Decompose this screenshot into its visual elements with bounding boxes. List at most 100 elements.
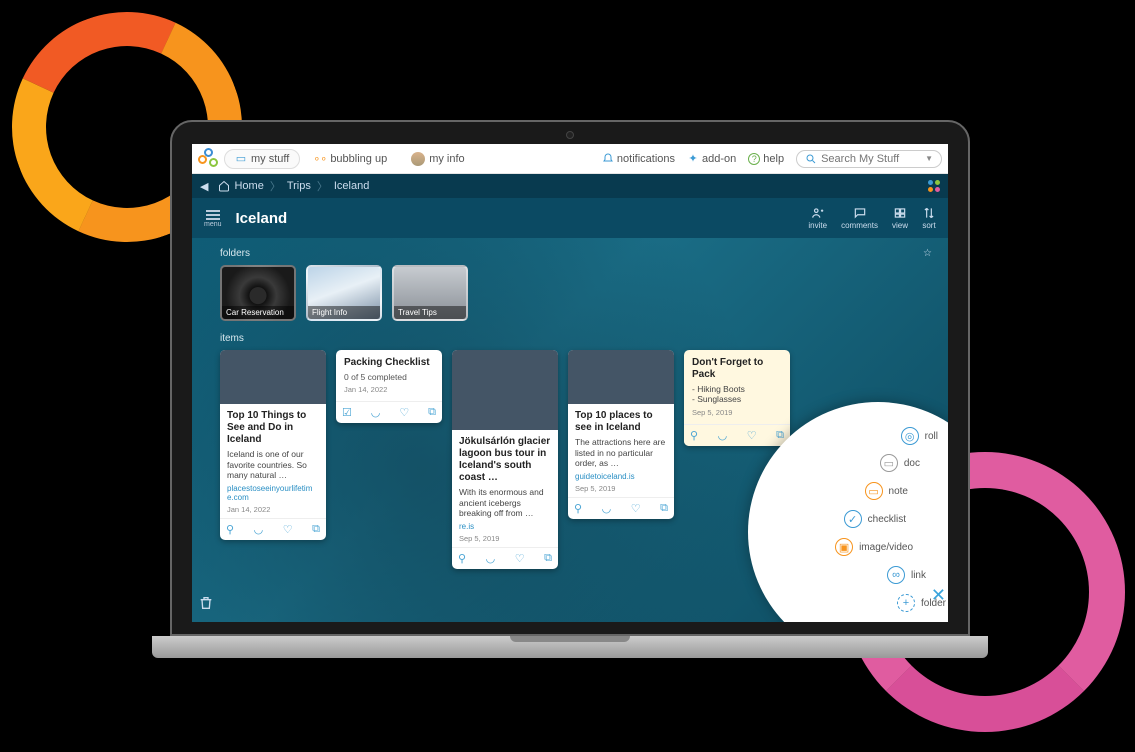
dropdown-caret-icon[interactable]: ▼ [925, 154, 933, 163]
check-icon[interactable]: ☑ [342, 406, 352, 419]
card-date: Sep 5, 2019 [692, 408, 782, 417]
crumb-home[interactable]: Home [234, 180, 263, 192]
like-icon[interactable]: ♡ [515, 552, 525, 565]
comments-icon [853, 206, 867, 220]
items-label: items [220, 333, 932, 344]
attach-icon[interactable]: ⚲ [574, 502, 582, 515]
card-desc: Iceland is one of our favorite countries… [227, 449, 319, 481]
like-icon[interactable]: ♡ [747, 429, 757, 442]
like-icon[interactable]: ♡ [631, 502, 641, 515]
add-link[interactable]: ∞ link [887, 566, 926, 584]
title-bar: menu Iceland invite comments view [192, 198, 948, 238]
attach-icon[interactable]: ⚲ [226, 523, 234, 536]
back-button[interactable]: ◀ [200, 180, 208, 193]
card-title: Packing Checklist [344, 357, 434, 369]
add-roll[interactable]: ◎ roll [901, 427, 938, 445]
folder-car-reservation[interactable]: Car Reservation [220, 265, 296, 321]
nav-tabs: ▭ my stuff ∘∘ bubbling up my info [224, 149, 475, 169]
home-icon [218, 180, 230, 192]
note-list: Hiking Boots Sunglasses [692, 384, 782, 404]
comment-icon[interactable]: ◡ [254, 523, 264, 536]
star-icon[interactable]: ☆ [923, 248, 932, 259]
copy-icon[interactable]: ⧉ [312, 523, 320, 536]
copy-icon[interactable]: ⧉ [776, 429, 784, 442]
add-imagevideo-label: image/video [859, 542, 913, 553]
invite-icon [811, 206, 825, 220]
app-logo[interactable] [198, 148, 220, 170]
action-view[interactable]: view [892, 206, 908, 230]
copy-icon[interactable]: ⧉ [544, 552, 552, 565]
card-title: Top 10 Things to See and Do in Iceland [227, 410, 319, 446]
action-sort[interactable]: sort [922, 206, 936, 230]
app-switcher-icon[interactable] [928, 180, 940, 192]
copy-icon[interactable]: ⧉ [660, 502, 668, 515]
attach-icon[interactable]: ⚲ [458, 552, 466, 565]
checklist-icon: ✓ [844, 510, 862, 528]
search-input[interactable] [821, 153, 921, 165]
sort-icon [922, 206, 936, 220]
card-link[interactable]: re.is [459, 522, 551, 531]
card-footer: ☑ ◡ ♡ ⧉ [336, 401, 442, 423]
bell-icon [602, 153, 614, 165]
card-glacier-tour[interactable]: Jökulsárlón glacier lagoon bus tour in I… [452, 350, 558, 569]
addon-label: add-on [702, 153, 736, 165]
comment-icon[interactable]: ◡ [718, 429, 728, 442]
tab-mystuff-label: my stuff [251, 153, 289, 165]
note-item: Sunglasses [692, 394, 782, 404]
tab-myinfo[interactable]: my info [401, 149, 474, 169]
main-content: folders ☆ Car Reservation Flight Info Tr… [192, 238, 948, 622]
copy-icon[interactable]: ⧉ [428, 406, 436, 419]
search-box[interactable]: ▼ [796, 150, 942, 168]
card-top10-places[interactable]: Top 10 places to see in Iceland The attr… [568, 350, 674, 519]
card-link[interactable]: placestoseeinyourlifetime.com [227, 484, 319, 502]
card-top10-things[interactable]: Top 10 Things to See and Do in Iceland I… [220, 350, 326, 540]
tab-mystuff[interactable]: ▭ my stuff [224, 149, 300, 169]
card-link[interactable]: guidetoiceland.is [575, 472, 667, 481]
card-title: Top 10 places to see in Iceland [575, 410, 667, 434]
help-label: help [763, 153, 784, 165]
action-sort-label: sort [922, 221, 935, 230]
help-icon: ? [748, 153, 760, 165]
card-packing-checklist[interactable]: Packing Checklist 0 of 5 completed Jan 1… [336, 350, 442, 423]
nav-notifications[interactable]: notifications [602, 153, 675, 165]
menu-button[interactable]: menu [204, 209, 222, 228]
add-checklist-label: checklist [868, 514, 906, 525]
add-doc[interactable]: ▭ doc [880, 454, 920, 472]
attach-icon[interactable]: ⚲ [690, 429, 698, 442]
radial-close-button[interactable]: ✕ [931, 585, 946, 606]
crumb-trips[interactable]: Trips [287, 180, 311, 192]
tab-bubbling[interactable]: ∘∘ bubbling up [304, 150, 397, 168]
search-icon [805, 153, 817, 165]
comment-icon[interactable]: ◡ [602, 502, 612, 515]
like-icon[interactable]: ♡ [283, 523, 293, 536]
card-dont-forget[interactable]: Don't Forget to Pack Hiking Boots Sungla… [684, 350, 790, 446]
card-image [568, 350, 674, 404]
action-invite[interactable]: invite [808, 206, 827, 230]
comment-icon[interactable]: ◡ [486, 552, 496, 565]
roll-icon: ◎ [901, 427, 919, 445]
trash-button[interactable] [198, 595, 214, 616]
action-invite-label: invite [808, 221, 827, 230]
folders-label: folders ☆ [220, 248, 932, 259]
comment-icon[interactable]: ◡ [371, 406, 381, 419]
add-note[interactable]: ▭ note [865, 482, 908, 500]
menu-label: menu [204, 221, 222, 228]
add-checklist[interactable]: ✓ checklist [844, 510, 906, 528]
view-icon [893, 206, 907, 220]
add-doc-label: doc [904, 458, 920, 469]
action-view-label: view [892, 221, 908, 230]
action-comments-label: comments [841, 221, 878, 230]
nav-addon[interactable]: ✦ add-on [687, 153, 736, 165]
like-icon[interactable]: ♡ [399, 406, 409, 419]
card-date: Sep 5, 2019 [575, 484, 667, 493]
folder-travel-tips[interactable]: Travel Tips [392, 265, 468, 321]
app-screen: ▭ my stuff ∘∘ bubbling up my info [192, 144, 948, 622]
add-imagevideo[interactable]: ▣ image/video [835, 538, 913, 556]
add-roll-label: roll [925, 431, 938, 442]
folder-flight-info[interactable]: Flight Info [306, 265, 382, 321]
note-icon: ▭ [865, 482, 883, 500]
note-item: Hiking Boots [692, 384, 782, 394]
action-comments[interactable]: comments [841, 206, 878, 230]
crumb-iceland[interactable]: Iceland [334, 180, 369, 192]
nav-help[interactable]: ? help [748, 153, 784, 165]
